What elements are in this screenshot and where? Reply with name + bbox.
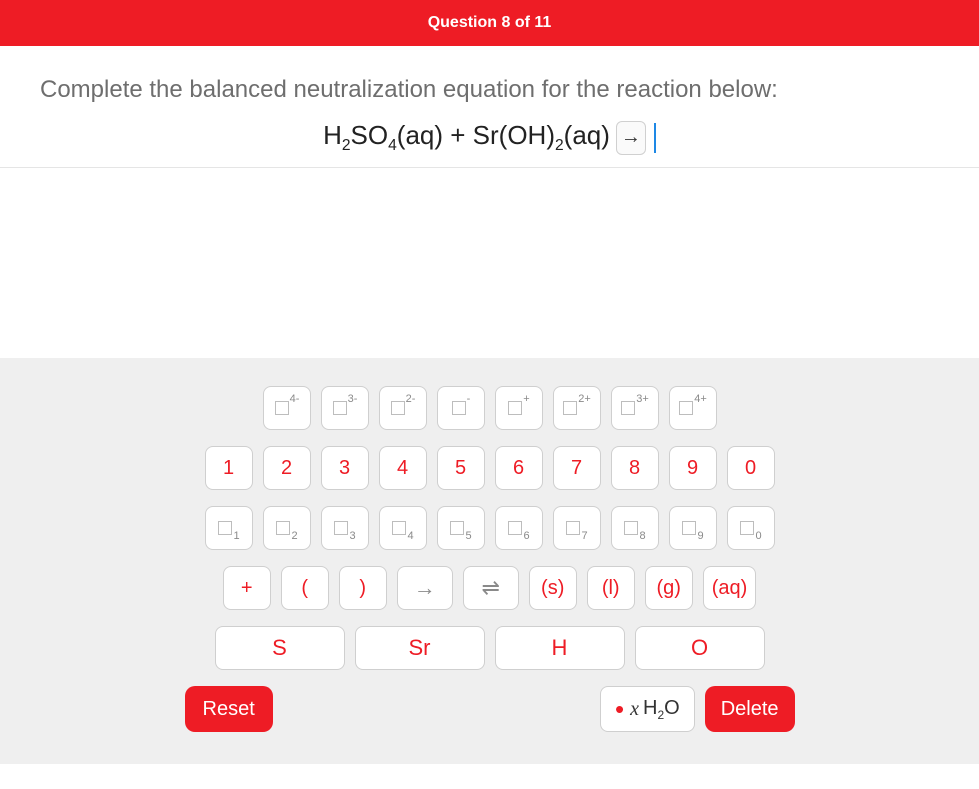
reset-button[interactable]: Reset bbox=[185, 686, 273, 732]
operator-key-⇌[interactable]: ⇌ bbox=[463, 566, 519, 610]
charge-row: 4-3-2--+2+3+4+ bbox=[0, 386, 979, 430]
digit-row: 1234567890 bbox=[0, 446, 979, 490]
subscript-key-5[interactable]: 5 bbox=[437, 506, 485, 550]
element-row: SSrHO bbox=[0, 626, 979, 670]
charge-key-4+[interactable]: 4+ bbox=[669, 386, 717, 430]
subscript-key-7[interactable]: 7 bbox=[553, 506, 601, 550]
prompt-area: Complete the balanced neutralization equ… bbox=[0, 46, 979, 168]
operator-key-(aq)[interactable]: (aq) bbox=[703, 566, 757, 610]
water-button[interactable]: • x H2O bbox=[600, 686, 695, 732]
question-counter: Question 8 of 11 bbox=[428, 14, 552, 31]
operator-key-(s)[interactable]: (s) bbox=[529, 566, 577, 610]
subscript-key-0[interactable]: 0 bbox=[727, 506, 775, 550]
prompt-text: Complete the balanced neutralization equ… bbox=[40, 76, 939, 104]
delete-button[interactable]: Delete bbox=[705, 686, 795, 732]
charge-key-+[interactable]: + bbox=[495, 386, 543, 430]
equation-line: H2SO4(aq) + Sr(OH)2(aq) → bbox=[40, 120, 939, 155]
subscript-key-1[interactable]: 1 bbox=[205, 506, 253, 550]
charge-key--[interactable]: - bbox=[437, 386, 485, 430]
subscript-key-8[interactable]: 8 bbox=[611, 506, 659, 550]
input-cursor bbox=[654, 123, 656, 153]
operator-key-([interactable]: ( bbox=[281, 566, 329, 610]
charge-key-4-[interactable]: 4- bbox=[263, 386, 311, 430]
keypad: 4-3-2--+2+3+4+ 1234567890 1234567890 +()… bbox=[0, 358, 979, 764]
subscript-key-4[interactable]: 4 bbox=[379, 506, 427, 550]
bottom-row: Reset • x H2O Delete bbox=[185, 686, 795, 732]
charge-key-2+[interactable]: 2+ bbox=[553, 386, 601, 430]
digit-key-1[interactable]: 1 bbox=[205, 446, 253, 490]
subscript-row: 1234567890 bbox=[0, 506, 979, 550]
digit-key-3[interactable]: 3 bbox=[321, 446, 369, 490]
equation-given: H2SO4(aq) + Sr(OH)2(aq) bbox=[323, 120, 610, 155]
operator-row: +()→⇌(s)(l)(g)(aq) bbox=[0, 566, 979, 610]
charge-key-3+[interactable]: 3+ bbox=[611, 386, 659, 430]
operator-key-+[interactable]: + bbox=[223, 566, 271, 610]
operator-key-)[interactable]: ) bbox=[339, 566, 387, 610]
answer-canvas[interactable] bbox=[0, 168, 979, 358]
question-header: Question 8 of 11 bbox=[0, 0, 979, 46]
subscript-key-3[interactable]: 3 bbox=[321, 506, 369, 550]
subscript-key-9[interactable]: 9 bbox=[669, 506, 717, 550]
digit-key-0[interactable]: 0 bbox=[727, 446, 775, 490]
subscript-key-2[interactable]: 2 bbox=[263, 506, 311, 550]
digit-key-4[interactable]: 4 bbox=[379, 446, 427, 490]
digit-key-6[interactable]: 6 bbox=[495, 446, 543, 490]
digit-key-7[interactable]: 7 bbox=[553, 446, 601, 490]
element-key-Sr[interactable]: Sr bbox=[355, 626, 485, 670]
charge-key-2-[interactable]: 2- bbox=[379, 386, 427, 430]
operator-key-(l)[interactable]: (l) bbox=[587, 566, 635, 610]
digit-key-2[interactable]: 2 bbox=[263, 446, 311, 490]
water-label: H2O bbox=[643, 697, 680, 722]
arrow-slot[interactable]: → bbox=[616, 121, 646, 155]
operator-key-(g)[interactable]: (g) bbox=[645, 566, 693, 610]
subscript-key-6[interactable]: 6 bbox=[495, 506, 543, 550]
digit-key-8[interactable]: 8 bbox=[611, 446, 659, 490]
operator-key-→[interactable]: → bbox=[397, 566, 453, 610]
element-key-O[interactable]: O bbox=[635, 626, 765, 670]
digit-key-5[interactable]: 5 bbox=[437, 446, 485, 490]
element-key-S[interactable]: S bbox=[215, 626, 345, 670]
charge-key-3-[interactable]: 3- bbox=[321, 386, 369, 430]
element-key-H[interactable]: H bbox=[495, 626, 625, 670]
digit-key-9[interactable]: 9 bbox=[669, 446, 717, 490]
water-x: x bbox=[630, 698, 639, 721]
